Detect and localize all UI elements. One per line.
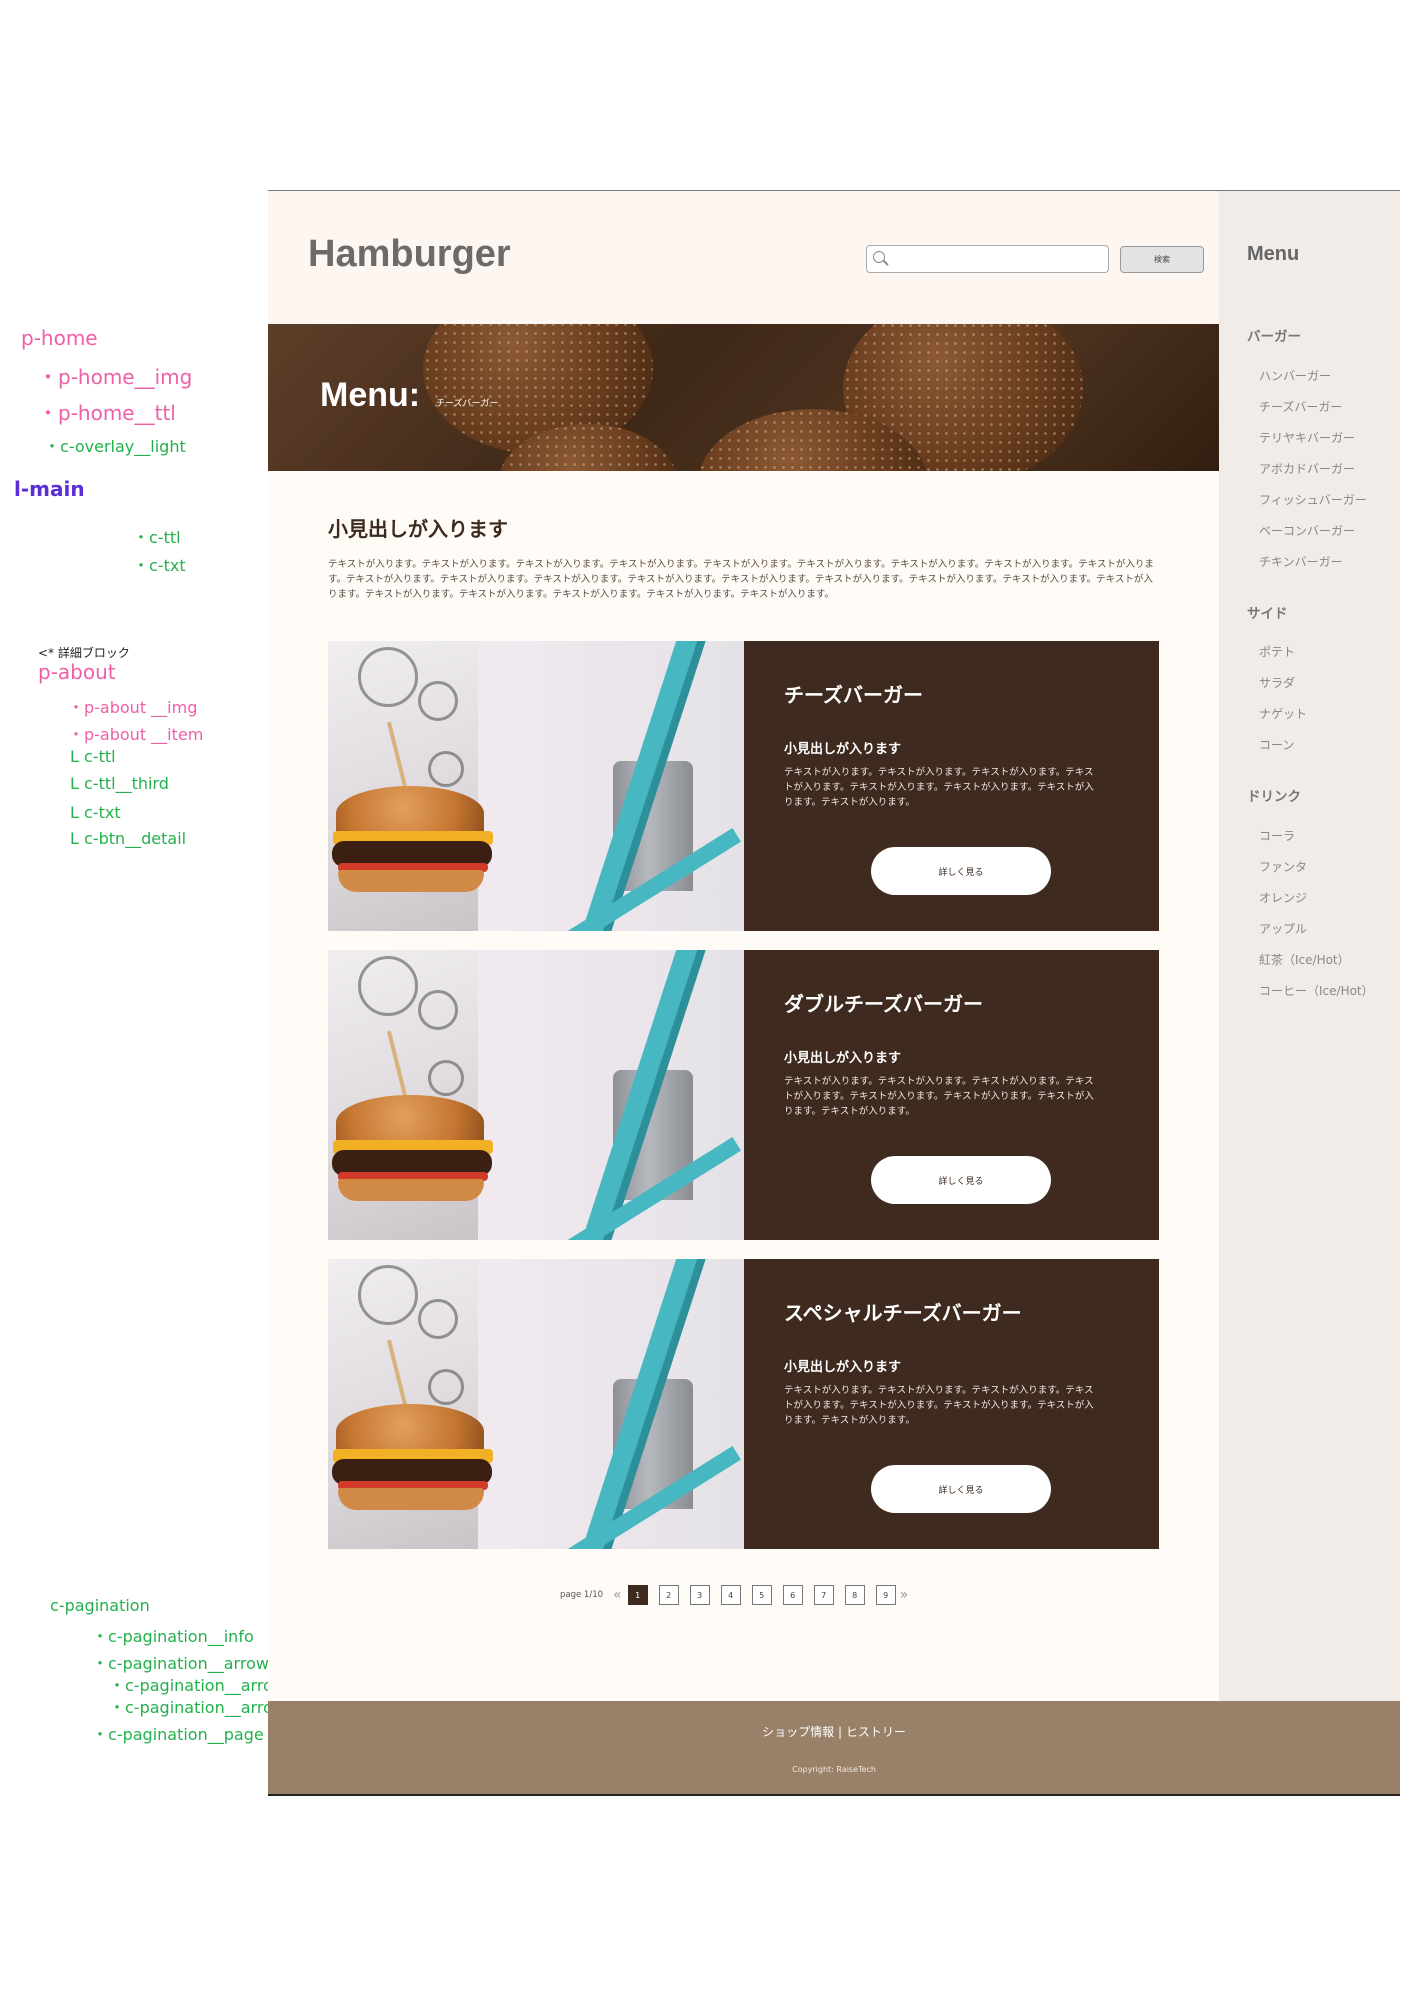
card-subtitle: 小見出しが入ります: [784, 1360, 902, 1375]
burger-photo: [328, 950, 744, 1240]
card-subtitle: 小見出しが入ります: [784, 742, 902, 757]
annotation-label: p-home: [21, 326, 98, 350]
pagination-page[interactable]: 5: [751, 1585, 772, 1605]
card-panel: スペシャルチーズバーガー 小見出しが入ります テキストが入ります。テキストが入り…: [744, 1259, 1159, 1549]
card-title: ダブルチーズバーガー: [784, 992, 983, 1016]
pagination-page[interactable]: 8: [844, 1585, 865, 1605]
card-text: テキストが入ります。テキストが入ります。テキストが入ります。テキストが入ります。…: [784, 1076, 1094, 1117]
annotation-label: p-about: [38, 660, 116, 684]
card-title: スペシャルチーズバーガー: [784, 1301, 1022, 1325]
pagination-page[interactable]: 3: [689, 1585, 710, 1605]
annotation-label: l-main: [14, 477, 85, 501]
pagination-page[interactable]: 6: [782, 1585, 803, 1605]
burger-photo: [328, 1259, 744, 1549]
detail-button[interactable]: 詳しく見る: [871, 1465, 1051, 1513]
search-icon: [873, 251, 885, 263]
sidebar-item[interactable]: コーラ: [1259, 827, 1295, 844]
site-logo[interactable]: Hamburger: [308, 233, 511, 276]
sidebar-item[interactable]: アップル: [1259, 920, 1307, 937]
sidebar-item[interactable]: コーン: [1259, 736, 1294, 753]
annotation-comment: <* 詳細ブロック: [38, 646, 130, 660]
annotation-label: L c-btn__detail: [70, 829, 187, 848]
pagination-page[interactable]: 7: [813, 1585, 834, 1605]
annotation-label: L c-txt: [70, 803, 121, 822]
pagination-page[interactable]: 4: [720, 1585, 741, 1605]
detail-button[interactable]: 詳しく見る: [871, 1156, 1051, 1204]
annotation-label: ・p-about __img: [68, 698, 198, 717]
search-button[interactable]: 検索: [1120, 246, 1204, 273]
annotation-label: c-pagination: [50, 1596, 150, 1615]
sidebar-item[interactable]: ナゲット: [1259, 705, 1307, 722]
annotation-label: ・c-overlay__light: [44, 437, 186, 456]
sidebar-item[interactable]: ポテト: [1259, 643, 1295, 660]
sidebar-item[interactable]: 紅茶（Ice/Hot）: [1259, 951, 1350, 968]
card-title: チーズバーガー: [784, 683, 923, 707]
sidebar-category: サイド: [1247, 606, 1288, 622]
sidebar-item[interactable]: ファンタ: [1259, 858, 1307, 875]
card-subtitle: 小見出しが入ります: [784, 1051, 902, 1066]
footer: ショップ情報 | ヒストリー Copyright: RaiseTech: [268, 1701, 1400, 1796]
sidebar-title: Menu: [1247, 243, 1300, 265]
search-input[interactable]: [891, 248, 1103, 270]
sidebar-item[interactable]: フィッシュバーガー: [1259, 491, 1367, 508]
annotation-label: ・c-txt: [133, 556, 186, 575]
sidebar-item[interactable]: チーズバーガー: [1259, 398, 1342, 415]
divider: [268, 1794, 1400, 1796]
sidebar-category: ドリンク: [1247, 789, 1301, 805]
annotation-label: ・p-home__img: [38, 365, 193, 389]
pagination-prev-icon[interactable]: «: [613, 1587, 622, 1603]
annotation-label: ・c-ttl: [133, 528, 181, 547]
annotation-label: ・c-pagination__page: [92, 1725, 264, 1744]
pagination-page[interactable]: 9: [875, 1585, 896, 1605]
footer-copyright: Copyright: RaiseTech: [792, 1765, 876, 1774]
sidebar-item[interactable]: ベーコンバーガー: [1259, 522, 1355, 539]
sidebar-item[interactable]: サラダ: [1259, 674, 1295, 691]
annotation-label: ・c-pagination__arrow: [92, 1654, 269, 1673]
annotation-label: L c-ttl__third: [70, 774, 169, 793]
sidebar-item[interactable]: テリヤキバーガー: [1259, 429, 1355, 446]
card-panel: チーズバーガー 小見出しが入ります テキストが入ります。テキストが入ります。テキ…: [744, 641, 1159, 931]
pagination-page[interactable]: 2: [658, 1585, 679, 1605]
hero-title: Menu:: [320, 376, 421, 414]
section-text: テキストが入ります。テキストが入ります。テキストが入ります。テキストが入ります。…: [328, 559, 1154, 600]
pagination-info: page 1/10: [560, 1590, 604, 1600]
annotation-label: ・c-pagination__info: [92, 1627, 254, 1646]
menu-card: スペシャルチーズバーガー 小見出しが入ります テキストが入ります。テキストが入り…: [328, 1259, 1159, 1549]
annotation-label: ・p-about __item: [68, 725, 204, 744]
pagination: page 1/10 « 1 2 3 4 5 6 7 8 9 »: [560, 1584, 908, 1606]
annotation-label: ・p-home__ttl: [38, 401, 176, 425]
menu-card: チーズバーガー 小見出しが入ります テキストが入ります。テキストが入ります。テキ…: [328, 641, 1159, 931]
footer-links[interactable]: ショップ情報 | ヒストリー: [268, 1723, 1400, 1740]
main-content: 小見出しが入ります テキストが入ります。テキストが入ります。テキストが入ります。…: [268, 471, 1219, 1701]
section-title: 小見出しが入ります: [328, 517, 508, 541]
sidebar-item[interactable]: ハンバーガー: [1259, 367, 1331, 384]
annotation-label: L c-ttl: [70, 747, 116, 766]
sidebar-item[interactable]: コーヒー（Ice/Hot）: [1259, 982, 1374, 999]
pagination-page[interactable]: 1: [627, 1585, 648, 1605]
header: Hamburger 検索: [268, 191, 1219, 324]
pagination-next-icon[interactable]: »: [900, 1587, 909, 1603]
sidebar-item[interactable]: アボカドバーガー: [1259, 460, 1355, 477]
search-field[interactable]: [866, 245, 1109, 273]
hero-image: Menu: チーズバーガー: [268, 324, 1219, 471]
sidebar-item[interactable]: オレンジ: [1259, 889, 1307, 906]
hero-subtitle: チーズバーガー: [436, 399, 499, 409]
sidebar: Menu バーガー ハンバーガー チーズバーガー テリヤキバーガー アボカドバー…: [1219, 191, 1400, 1701]
burger-photo: [328, 641, 744, 931]
sidebar-item[interactable]: チキンバーガー: [1259, 553, 1343, 570]
card-text: テキストが入ります。テキストが入ります。テキストが入ります。テキストが入ります。…: [784, 1385, 1094, 1426]
card-text: テキストが入ります。テキストが入ります。テキストが入ります。テキストが入ります。…: [784, 767, 1094, 808]
menu-card: ダブルチーズバーガー 小見出しが入ります テキストが入ります。テキストが入ります…: [328, 950, 1159, 1240]
detail-button[interactable]: 詳しく見る: [871, 847, 1051, 895]
card-panel: ダブルチーズバーガー 小見出しが入ります テキストが入ります。テキストが入ります…: [744, 950, 1159, 1240]
sidebar-category: バーガー: [1247, 329, 1301, 345]
page-mockup: Hamburger 検索 Menu: チーズバーガー 小見出しが入ります テキス…: [268, 190, 1400, 1796]
